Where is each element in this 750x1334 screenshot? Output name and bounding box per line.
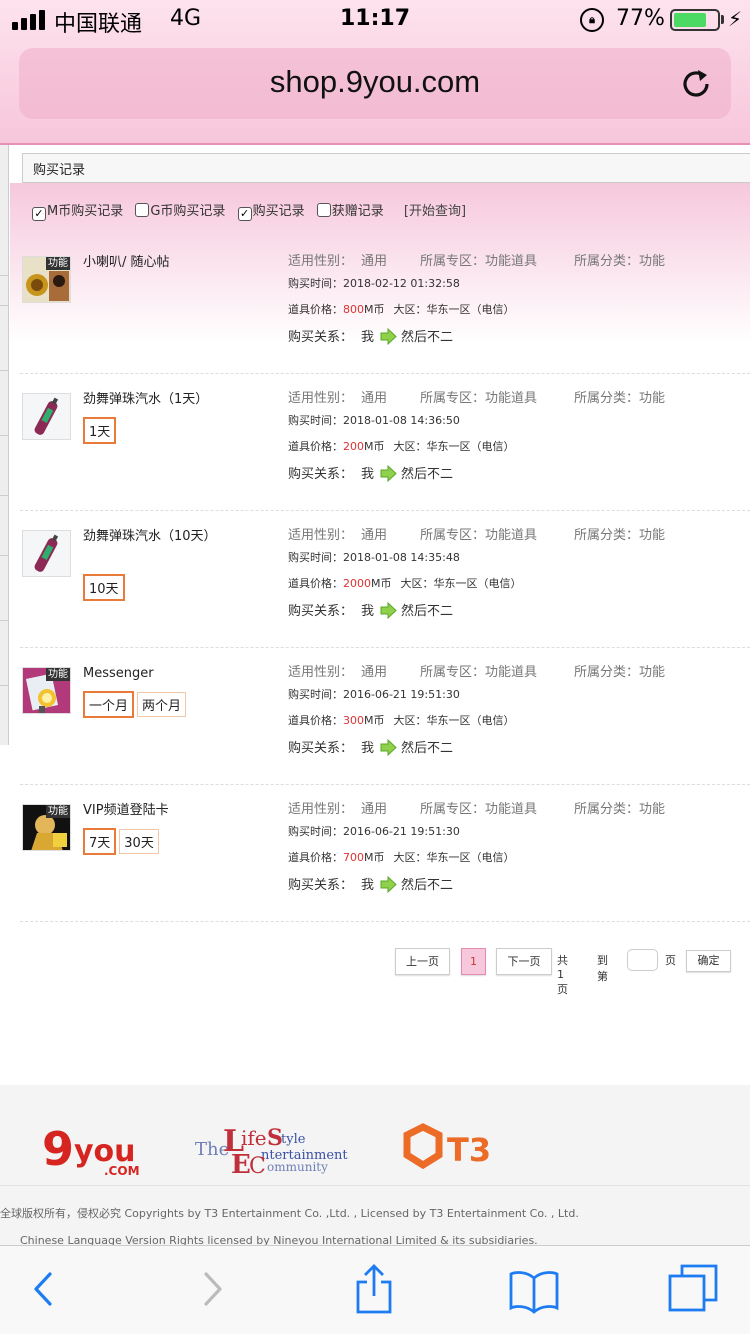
svg-text:T3: T3 <box>447 1131 491 1169</box>
item-tag: 功能 <box>46 805 70 818</box>
record-info: 适用性别： 通用 所属专区：功能道具 所属分类：功能 购买时间：2018-01-08 … <box>288 391 666 482</box>
filter-mcoin[interactable]: ✓ M币购买记录 <box>32 200 123 221</box>
filter-gcoin[interactable]: G币购买记录 <box>135 200 225 219</box>
confirm-button[interactable]: 确定 <box>686 950 731 972</box>
item-thumbnail[interactable] <box>22 530 71 577</box>
battery-percent: 77% <box>616 6 665 31</box>
duration-option[interactable]: 10天 <box>83 574 125 601</box>
record-row: 劲舞弹珠汽水（10天） 10天 适用性别： 通用 所属专区：功能道具 所属分类：功能 … <box>20 512 750 648</box>
svg-text:tyle: tyle <box>281 1132 306 1147</box>
record-row: 功能 VIP频道登陆卡 7天 30天 适用性别： 通用 所属专区：功能道具 所属分类：功… <box>20 786 750 922</box>
duration-option[interactable]: 7天 <box>83 828 117 855</box>
page-unit-label: 页 <box>665 954 676 967</box>
battery-icon <box>670 9 720 31</box>
goto-label: 到第 <box>597 954 608 983</box>
svg-text:E: E <box>231 1150 251 1179</box>
tabs-icon[interactable] <box>668 1264 718 1314</box>
reload-icon[interactable] <box>681 66 713 100</box>
prev-page-button[interactable]: 上一页 <box>395 948 450 975</box>
soda-item-image <box>23 531 70 576</box>
item-name[interactable]: 劲舞弹珠汽水（10天） <box>83 527 223 547</box>
item-thumbnail[interactable]: 功能 <box>22 667 71 714</box>
duration-options: 10天 <box>83 574 128 601</box>
duration-option[interactable]: 两个月 <box>137 692 187 717</box>
page-number-input[interactable] <box>627 949 658 971</box>
item-tag: 功能 <box>46 257 70 270</box>
checkbox-mcoin[interactable]: ✓ <box>32 207 46 221</box>
record-info: 适用性别： 通用 所属专区：功能道具 所属分类：功能 购买时间：2016-06-21 … <box>288 802 666 893</box>
checkbox-gift[interactable] <box>316 203 331 217</box>
lifestyle-logo: The L ife S tyle E ntertainment C ommuni… <box>195 1124 348 1179</box>
back-icon[interactable] <box>20 1264 70 1314</box>
arrow-right-icon <box>380 465 397 482</box>
checkbox-gcoin[interactable] <box>135 203 150 217</box>
item-thumbnail[interactable]: 功能 <box>22 804 71 851</box>
duration-options: 一个月 两个月 <box>83 691 189 718</box>
next-page-button[interactable]: 下一页 <box>496 948 552 975</box>
status-bar: 中国联通 4G 11:17 🔒︎ 77% ⚡︎ <box>0 0 750 40</box>
svg-text:9: 9 <box>42 1122 74 1176</box>
start-query-button[interactable]: [开始查询] <box>404 200 466 219</box>
item-name[interactable]: Messenger <box>83 664 223 684</box>
t3-logo: T3 <box>403 1123 491 1170</box>
item-tag: 功能 <box>46 668 70 681</box>
svg-text:ife: ife <box>241 1126 267 1150</box>
svg-text:.COM: .COM <box>104 1164 140 1177</box>
record-info: 适用性别： 通用 所属专区：功能道具 所属分类：功能 购买时间：2018-02-12 … <box>288 254 666 345</box>
browser-toolbar <box>0 1245 750 1334</box>
record-row: 功能 小喇叭/ 随心帖 适用性别： 通用 所属专区：功能道具 所属分类：功能 购买时间… <box>20 238 750 374</box>
item-thumbnail[interactable] <box>22 393 71 440</box>
arrow-right-icon <box>380 739 397 756</box>
url-text: shop.9you.com <box>269 64 481 99</box>
browser-header: 中国联通 4G 11:17 🔒︎ 77% ⚡︎ shop.9you.com <box>0 0 750 145</box>
rotation-lock-icon: 🔒︎ <box>580 8 604 32</box>
filter-gift[interactable]: 获赠记录 <box>316 200 384 219</box>
filter-purchase[interactable]: ✓ 购买记录 <box>237 200 305 221</box>
duration-options: 1天 <box>83 417 119 444</box>
soda-item-image <box>23 394 70 439</box>
forward-icon[interactable] <box>186 1264 236 1314</box>
item-name[interactable]: 劲舞弹珠汽水（1天） <box>83 390 223 410</box>
arrow-right-icon <box>380 602 397 619</box>
9you-logo: 9 you .COM <box>42 1122 140 1177</box>
address-bar[interactable]: shop.9you.com <box>19 48 731 119</box>
record-info: 适用性别： 通用 所属专区：功能道具 所属分类：功能 购买时间：2016-06-21 … <box>288 665 666 756</box>
duration-option[interactable]: 一个月 <box>83 691 135 718</box>
tab-title: 购买记录 <box>33 163 86 178</box>
bookmarks-icon[interactable] <box>509 1264 559 1314</box>
duration-option[interactable]: 30天 <box>119 829 159 854</box>
share-icon[interactable] <box>349 1264 399 1314</box>
footer-divider <box>0 1185 750 1186</box>
svg-text:C: C <box>249 1154 266 1179</box>
total-pages: 共1页 <box>557 954 568 996</box>
item-name[interactable]: VIP频道登陆卡 <box>83 801 223 821</box>
page-1-button[interactable]: 1 <box>461 948 486 975</box>
duration-options: 7天 30天 <box>83 828 162 855</box>
svg-text:ommunity: ommunity <box>267 1160 328 1174</box>
checkbox-purchase[interactable]: ✓ <box>237 207 252 221</box>
purchase-record-tab[interactable]: 购买记录 <box>22 153 750 183</box>
record-row: 劲舞弹珠汽水（1天） 1天 适用性别： 通用 所属专区：功能道具 所属分类：功能 购买… <box>20 375 750 511</box>
arrow-right-icon <box>380 876 397 893</box>
item-name[interactable]: 小喇叭/ 随心帖 <box>83 253 223 273</box>
left-nav-strip <box>0 145 9 745</box>
item-thumbnail[interactable]: 功能 <box>22 256 71 303</box>
copyright-text: 全球版权所有，侵权必究 Copyrights by T3 Entertainme… <box>0 1207 579 1220</box>
battery-cap <box>721 15 724 24</box>
charging-icon: ⚡︎ <box>728 7 743 31</box>
record-row: 功能 Messenger 一个月 两个月 适用性别： 通用 所属专区：功能道具 所属分类… <box>20 649 750 785</box>
record-info: 适用性别： 通用 所属专区：功能道具 所属分类：功能 购买时间：2018-01-08 … <box>288 528 666 619</box>
arrow-right-icon <box>380 328 397 345</box>
duration-option[interactable]: 1天 <box>83 417 117 444</box>
filter-bar: ✓ M币购买记录 G币购买记录 ✓ 购买记录 获赠记录 [开始查询] <box>32 200 466 222</box>
